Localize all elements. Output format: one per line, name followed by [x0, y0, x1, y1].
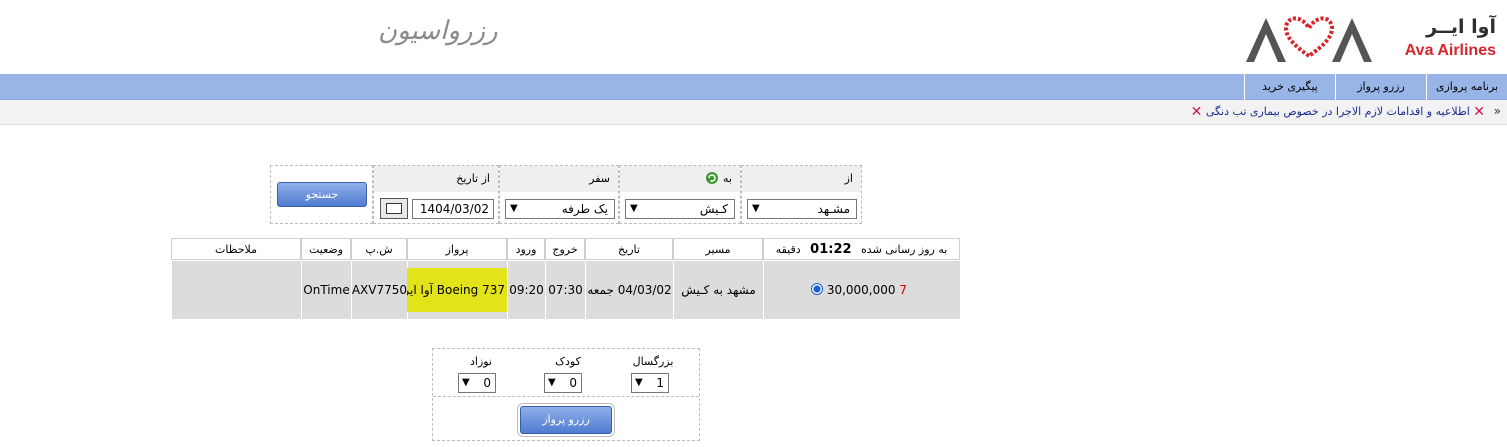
notes-cell [171, 261, 301, 319]
adult-value: 1 [656, 376, 664, 390]
notice-text: اطلاعیه و اقدامات لازم الاجرا در خصوص بی… [1205, 105, 1470, 118]
date-input[interactable]: 1404/03/02 [412, 199, 494, 219]
status-cell: OnTime [301, 261, 351, 319]
divider [433, 396, 699, 397]
to-select[interactable]: کـیش ▼ [625, 199, 735, 219]
notice-link[interactable]: ✕ اطلاعیه و اقدامات لازم الاجرا در خصوص … [1191, 105, 1485, 119]
child-value: 0 [569, 376, 577, 390]
header-departure: خروج [545, 238, 585, 260]
from-cell: از مشـهد ▼ [741, 165, 862, 224]
header-arrival: ورود [507, 238, 545, 260]
arrival-cell: 09:20 [507, 261, 545, 319]
notice-bar: » ✕ اطلاعیه و اقدامات لازم الاجرا در خصو… [0, 100, 1507, 125]
to-label-row: به [620, 166, 740, 192]
flight-cell: Boeing 737 آوا ایر [401, 261, 507, 319]
header-notes: ملاحظات [171, 238, 301, 260]
logo-text-en: Ava Airlines [1404, 42, 1496, 59]
date-cell-value: 04/03/02 جمعه [585, 261, 673, 319]
refresh-icon[interactable] [705, 172, 718, 184]
departure-cell: 07:30 [545, 261, 585, 319]
chevron-down-icon: ▼ [462, 377, 470, 388]
chevron-down-icon: ▼ [548, 377, 556, 388]
select-flight-radio[interactable] [810, 283, 823, 295]
infant-label: نوزاد [469, 355, 492, 368]
flight-no-cell: AXV7750 [351, 261, 407, 319]
chevron-down-icon: ▼ [630, 203, 638, 214]
chevron-down-icon: ▼ [752, 203, 760, 214]
trip-cell: سفر یک طرفه ▼ [499, 165, 619, 224]
calendar-icon [386, 203, 402, 214]
logo[interactable]: آوا ایــر Ava Airlines [1244, 8, 1504, 68]
close-icon[interactable]: ✕ [1473, 105, 1485, 119]
trip-label: سفر [500, 166, 618, 192]
header-flight-no: ش.پ [351, 238, 407, 260]
main-navbar: برنامه پروازی رزرو پرواز پیگیری خرید [0, 74, 1507, 100]
infant-value: 0 [483, 376, 491, 390]
date-cell: از تاریخ 1404/03/02 [373, 165, 499, 224]
trip-type-select[interactable]: یک طرفه ▼ [505, 199, 615, 219]
chevron-down-icon: ▼ [635, 377, 643, 388]
adult-select[interactable]: 1 ▼ [631, 373, 669, 393]
flights-table: به روز رسانی شده 01:22 دقیقه پیش مسیر تا… [171, 238, 960, 320]
updated-header: به روز رسانی شده 01:22 دقیقه پیش [763, 238, 960, 278]
price-cell[interactable]: 7 30,000,000 [763, 261, 960, 319]
adult-label: بزرگسال [632, 355, 674, 368]
reserve-flight-button[interactable]: رزرو پرواز [520, 406, 612, 434]
price-value: 30,000,000 [826, 283, 896, 297]
header-status: وضعیت [301, 238, 351, 260]
child-select[interactable]: 0 ▼ [544, 373, 582, 393]
header-route: مسیر [673, 238, 763, 260]
calendar-button[interactable] [380, 198, 408, 219]
to-label: به [723, 172, 732, 185]
header: آوا ایــر Ava Airlines رزرواسیون [0, 0, 1507, 74]
from-select[interactable]: مشـهد ▼ [747, 199, 857, 219]
child-label: کودک [555, 355, 581, 368]
close-icon[interactable]: ✕ [1191, 105, 1203, 119]
from-value: مشـهد [817, 202, 850, 216]
to-value: کـیش [699, 202, 728, 216]
page-title: رزرواسیون [378, 16, 498, 46]
updated-prefix: به روز رسانی شده [861, 243, 948, 256]
header-flight: پرواز [407, 238, 507, 260]
passenger-box: بزرگسال 1 ▼ کودک 0 ▼ نوزاد 0 ▼ رزرو پروا… [432, 348, 700, 441]
date-label: از تاریخ [374, 166, 498, 192]
nav-track-purchase[interactable]: پیگیری خرید [1244, 74, 1335, 100]
updated-time: 01:22 [810, 242, 852, 257]
notice-chevron[interactable]: » [1494, 104, 1501, 118]
flight-value: Boeing 737 آوا ایر [401, 268, 507, 312]
to-cell: به کـیش ▼ [619, 165, 741, 224]
logo-text-fa: آوا ایــر [1426, 16, 1496, 38]
trip-value: یک طرفه [561, 202, 608, 216]
route-cell: مشهد به کـیش [673, 261, 763, 319]
header-date: تاریخ [585, 238, 673, 260]
nav-flight-schedule[interactable]: برنامه پروازی [1426, 74, 1507, 100]
chevron-down-icon: ▼ [510, 203, 518, 214]
search-button[interactable]: جستجو [277, 182, 367, 207]
from-label: از [742, 166, 861, 192]
nav-book-flight[interactable]: رزرو پرواز [1335, 74, 1426, 100]
infant-select[interactable]: 0 ▼ [458, 373, 496, 393]
ava-logo-mark-icon [1246, 16, 1372, 62]
seats-available: 7 [899, 283, 907, 297]
